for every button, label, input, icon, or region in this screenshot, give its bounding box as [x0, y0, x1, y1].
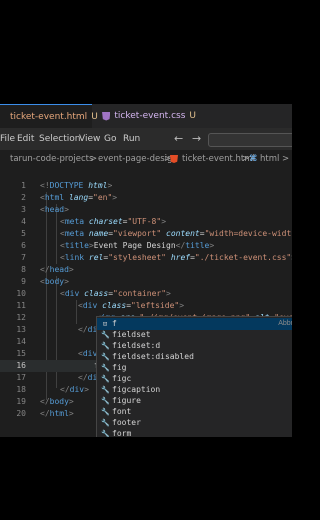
code-text: <div class="container">	[60, 289, 171, 298]
breadcrumb-separator: >	[282, 154, 290, 164]
menu-edit[interactable]: Edit	[17, 134, 34, 144]
line-number: 6	[21, 241, 26, 250]
tab-ticket-event-css[interactable]: ticket-event.css U	[96, 104, 196, 128]
wrench-icon: 🔧	[101, 408, 110, 416]
line-number: 19	[16, 397, 26, 406]
line-number: 16	[16, 361, 26, 370]
code-line: 5 <meta name="viewport" content="width=de…	[0, 228, 292, 240]
code-text: <meta charset="UTF-8">	[60, 217, 167, 226]
abbreviation-icon: ⊡	[102, 320, 108, 328]
breadcrumb-item[interactable]: tarun-code-projects	[10, 154, 93, 164]
line-number: 15	[16, 349, 26, 358]
code-text: <!DOCTYPE html>	[40, 181, 113, 190]
code-text: <body>	[40, 277, 69, 286]
code-line: 8 </head>	[0, 264, 292, 276]
line-number: 7	[21, 253, 26, 262]
menu-go[interactable]: Go	[104, 134, 116, 144]
code-text: <meta name="viewport" content="width=dev…	[60, 229, 292, 238]
code-text: </head>	[40, 265, 74, 274]
tab-status: U	[189, 111, 196, 121]
suggestion-label: form	[112, 429, 132, 437]
menu-selection[interactable]: Selection	[39, 134, 80, 144]
tab-bar: ticket-event.html U ticket-event.css U	[0, 104, 292, 129]
code-line: 9 <body>	[0, 276, 292, 288]
breadcrumb: tarun-code-projects > event-page-design …	[0, 150, 292, 168]
code-text: <html lang="en">	[40, 193, 118, 202]
line-number: 11	[16, 301, 26, 310]
tab-label: ticket-event.css	[114, 111, 186, 121]
tab-label: ticket-event.html	[10, 112, 88, 122]
line-number: 8	[21, 265, 26, 274]
line-number: 10	[16, 289, 26, 298]
code-line: 7 <link rel="stylesheet" href="./ticket-e…	[0, 252, 292, 264]
line-number: 17	[16, 373, 26, 382]
code-text: <head>	[40, 205, 69, 214]
line-number: 3	[21, 205, 26, 214]
code-text: <div class="leftside">	[78, 301, 185, 310]
wrench-icon: 🔧	[101, 331, 110, 339]
line-number: 14	[16, 337, 26, 346]
code-text: <link rel="stylesheet" href="./ticket-ev…	[60, 253, 292, 262]
code-line: 3 <head>	[0, 204, 292, 216]
suggestion-item[interactable]: 🔧 form	[97, 428, 292, 437]
code-line: 10 <div class="container">	[0, 288, 292, 300]
code-text: </body>	[40, 397, 74, 406]
code-text: </div>	[60, 385, 89, 394]
wrench-icon: 🔧	[101, 419, 110, 427]
css-file-icon	[102, 111, 111, 121]
line-number: 20	[16, 409, 26, 418]
element-icon: ⌘	[249, 154, 258, 164]
line-number: 2	[21, 193, 26, 202]
wrench-icon: 🔧	[101, 430, 110, 437]
wrench-icon: 🔧	[101, 364, 110, 372]
line-number: 9	[21, 277, 26, 286]
forward-arrow-icon[interactable]: →	[192, 132, 201, 145]
wrench-icon: 🔧	[101, 375, 110, 383]
line-number: 4	[21, 217, 26, 226]
autocomplete-suggestions: ⊡ f Abbr 🔧 fieldset 🔧 fieldset:d 🔧 fieldset:d…	[96, 316, 292, 437]
code-text: </html>	[40, 409, 74, 418]
breadcrumb-separator: >	[90, 154, 98, 164]
wrench-icon: 🔧	[101, 386, 110, 394]
code-text: <title>Event Page Design</title>	[60, 241, 215, 250]
breadcrumb-item[interactable]: html	[260, 154, 279, 164]
code-line: 6 <title>Event Page Design</title>	[0, 240, 292, 252]
video-frame: ticket-event.html U ticket-event.css U F…	[0, 0, 292, 520]
code-line: 11 <div class="leftside">	[0, 300, 292, 312]
code-line: 4 <meta charset="UTF-8">	[0, 216, 292, 228]
vscode-editor: ticket-event.html U ticket-event.css U F…	[0, 104, 292, 437]
line-number: 13	[16, 325, 26, 334]
back-arrow-icon[interactable]: ←	[174, 132, 183, 145]
wrench-icon: 🔧	[101, 397, 110, 405]
html-file-icon	[170, 155, 178, 163]
line-number: 18	[16, 385, 26, 394]
tab-ticket-event-html[interactable]: ticket-event.html U	[0, 104, 98, 129]
menu-view[interactable]: View	[79, 134, 100, 144]
menu-file[interactable]: File	[0, 134, 15, 144]
wrench-icon: 🔧	[101, 342, 110, 350]
code-line: 1 <!DOCTYPE html>	[0, 180, 292, 192]
code-line: 2 <html lang="en">	[0, 192, 292, 204]
menu-bar: File Edit Selection View Go Run ← →	[0, 128, 292, 150]
command-center-search[interactable]	[208, 133, 292, 147]
line-number: 5	[21, 229, 26, 238]
wrench-icon: 🔧	[101, 353, 110, 361]
line-number: 1	[21, 181, 26, 190]
menu-run[interactable]: Run	[123, 134, 140, 144]
line-number: 12	[16, 313, 26, 322]
